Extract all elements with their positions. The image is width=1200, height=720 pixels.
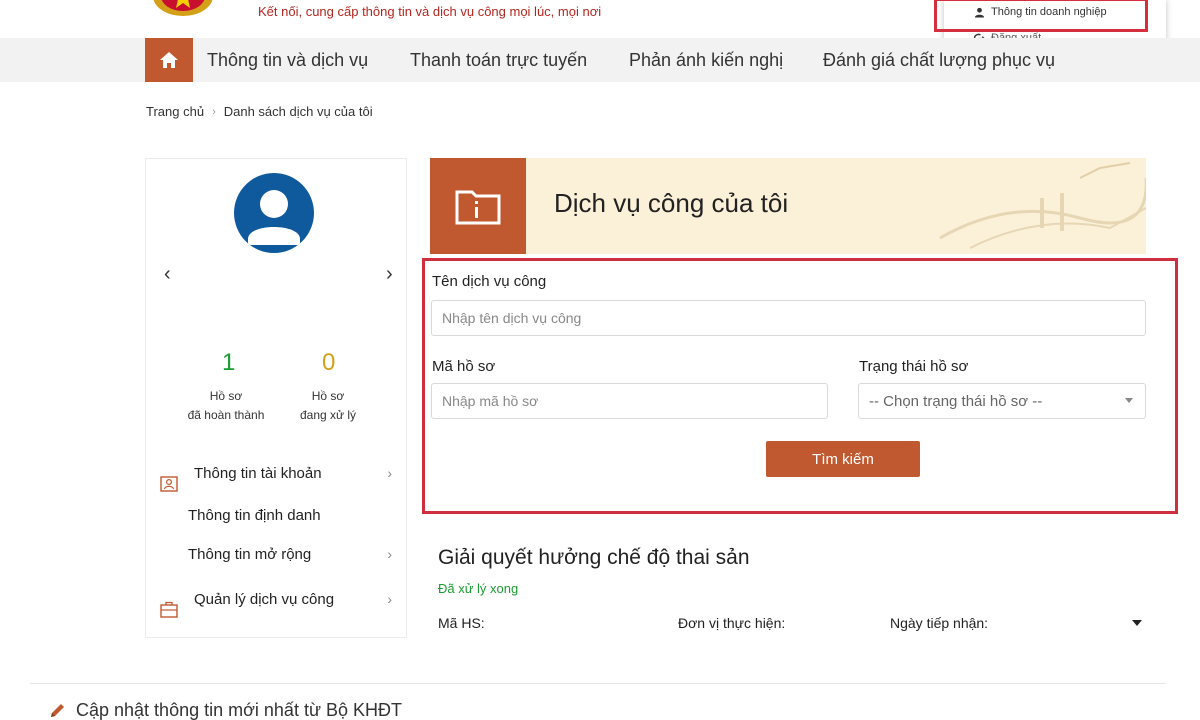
stat-completed-label: Hồ sơ đã hoàn thành <box>187 389 265 422</box>
nav-item-info-services[interactable]: Thông tin và dịch vụ <box>207 50 368 71</box>
sidebar-item-label: Thông tin mở rộng <box>188 545 312 563</box>
search-button[interactable]: Tìm kiếm <box>766 441 920 477</box>
briefcase-icon <box>160 601 178 618</box>
breadcrumb-current: Danh sách dịch vụ của tôi <box>223 104 373 119</box>
record-unit-field: Đơn vị thực hiện: <box>678 615 786 631</box>
service-name-input[interactable] <box>431 300 1146 336</box>
record-code-label: Mã hồ sơ <box>432 358 496 375</box>
chevron-right-icon: › <box>387 591 392 607</box>
nav-item-feedback[interactable]: Phản ánh kiến nghị <box>629 50 783 71</box>
record-status-value: -- Chọn trạng thái hồ sơ -- <box>869 392 1043 410</box>
record-date-field: Ngày tiếp nhận: <box>890 615 989 631</box>
stat-processing-label: Hồ sơ đang xử lý <box>299 389 357 422</box>
record-status-select[interactable]: -- Chọn trạng thái hồ sơ -- <box>858 383 1146 419</box>
section-divider <box>30 683 1166 684</box>
avatar <box>234 173 314 253</box>
site-tagline: Kết nối, cung cấp thông tin và dịch vụ c… <box>258 4 602 19</box>
record-code-input[interactable] <box>431 383 828 419</box>
folder-info-icon <box>455 190 501 225</box>
record-code-field: Mã HS: <box>438 615 485 631</box>
service-name-label: Tên dịch vụ công <box>432 273 547 290</box>
record-title[interactable]: Giải quyết hưởng chế độ thai sản <box>438 546 750 570</box>
home-icon <box>160 52 178 68</box>
carousel-next-button[interactable]: › <box>386 263 393 286</box>
profile-sidebar: ‹ › 1 Hồ sơ đã hoàn thành 0 Hồ sơ đang x… <box>145 158 407 638</box>
menu-item-business-info[interactable]: Thông tin doanh nghiệp <box>974 6 1107 18</box>
footer-link-label: Cập nhật thông tin mới nhất từ Bộ KHĐT <box>76 700 403 720</box>
carousel-prev-button[interactable]: ‹ <box>164 263 171 286</box>
record-status-label: Trạng thái hồ sơ <box>859 358 969 375</box>
page-title: Dịch vụ công của tôi <box>554 188 789 218</box>
nav-item-online-payment[interactable]: Thanh toán trực tuyến <box>410 50 587 71</box>
expand-record-caret-icon[interactable] <box>1132 620 1142 626</box>
chevron-right-icon: › <box>387 546 392 562</box>
banner-decoration <box>939 162 1146 249</box>
record-status-badge: Đã xử lý xong <box>438 581 519 596</box>
stat-processing-count: 0 <box>322 349 336 376</box>
page-banner: Dịch vụ công của tôi <box>430 158 1146 254</box>
chevron-right-icon: › <box>387 465 392 481</box>
chevron-down-icon <box>1125 398 1133 403</box>
national-emblem-logo <box>153 0 213 16</box>
breadcrumb-separator: › <box>212 105 216 118</box>
sidebar-item-label: Quản lý dịch vụ công <box>194 590 335 608</box>
footer-news-link[interactable]: Cập nhật thông tin mới nhất từ Bộ KHĐT <box>48 700 402 720</box>
account-card-icon <box>160 476 178 492</box>
home-button[interactable] <box>145 38 193 82</box>
breadcrumb-home[interactable]: Trang chủ <box>146 104 204 119</box>
pencil-icon <box>51 703 64 717</box>
banner-icon-box <box>430 158 526 254</box>
nav-item-service-rating[interactable]: Đánh giá chất lượng phục vụ <box>823 50 1055 71</box>
sidebar-item-label: Thông tin tài khoản <box>194 464 322 482</box>
stat-completed-count: 1 <box>222 349 236 376</box>
user-avatar-icon <box>248 190 300 245</box>
breadcrumb: Trang chủ › Danh sách dịch vụ của tôi <box>146 104 373 119</box>
sidebar-item-label: Thông tin định danh <box>188 506 321 524</box>
person-icon <box>974 7 985 18</box>
menu-item-label: Thông tin doanh nghiệp <box>991 6 1107 18</box>
